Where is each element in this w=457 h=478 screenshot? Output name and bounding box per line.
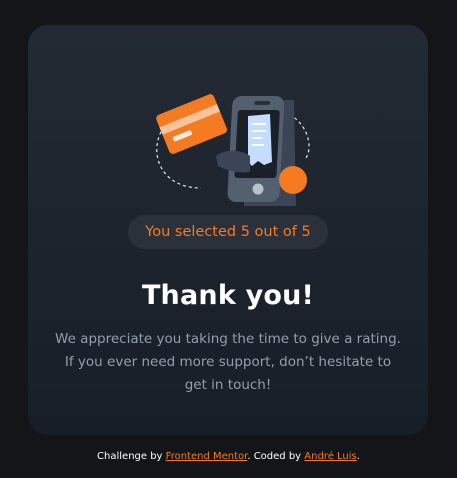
attribution-middle: . Coded by xyxy=(247,451,302,462)
author-link[interactable]: André Luis xyxy=(304,451,356,462)
frontend-mentor-link[interactable]: Frontend Mentor xyxy=(166,451,248,462)
attribution: Challenge by Frontend Mentor. Coded by A… xyxy=(0,449,457,465)
thank-you-title: Thank you! xyxy=(141,280,315,311)
phone-payment-receipt-illustration xyxy=(156,94,310,206)
attribution-prefix: Challenge by xyxy=(97,451,163,462)
attribution-suffix: . xyxy=(356,451,360,462)
rating-result-badge: You selected 5 out of 5 xyxy=(128,215,328,249)
thank-you-message: We appreciate you taking the time to giv… xyxy=(55,331,401,393)
thank-you-card: You selected 5 out of 5 Thank you! We ap… xyxy=(28,25,428,435)
